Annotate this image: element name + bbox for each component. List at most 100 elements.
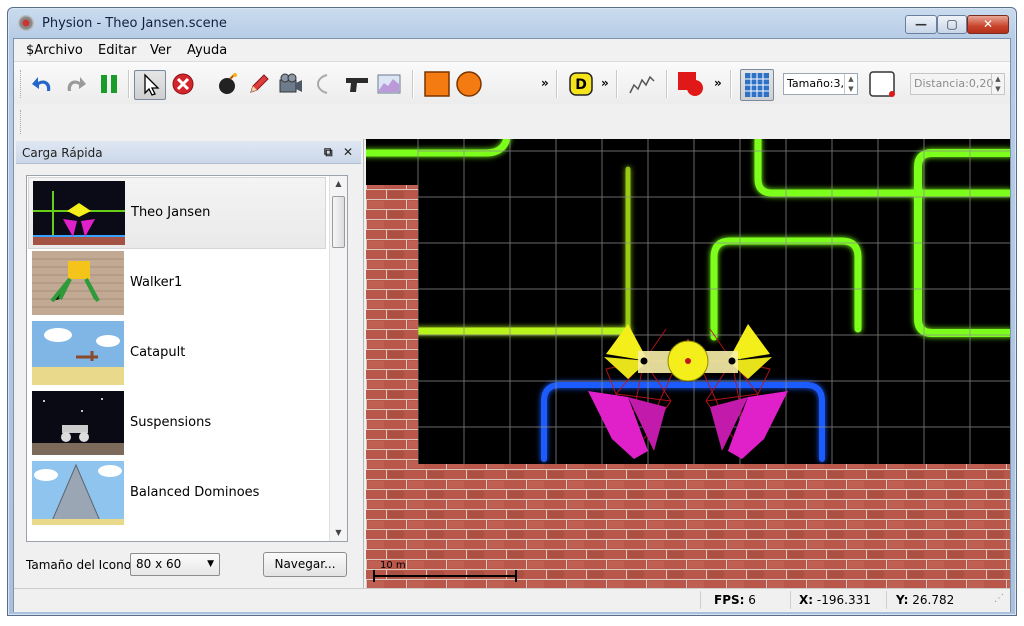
close-icon: ✕ [982,17,994,31]
list-item[interactable]: Catapult [28,318,324,388]
fps-label: FPS: [714,593,745,607]
browse-button[interactable]: Navegar... [263,552,347,577]
app-icon [18,15,34,31]
more-chevron[interactable]: » [541,76,549,90]
circle-tool-button[interactable] [454,70,484,98]
gun-icon [346,78,368,92]
secondary-toolbar [14,104,1010,140]
select-tool-button[interactable] [134,70,166,100]
icon-size-select[interactable]: 80 x 60 ▼ [130,553,220,576]
list-item[interactable]: Theo Jansen [28,177,326,249]
y-value: 26.782 [912,593,955,607]
redo-icon [67,77,86,91]
scene-canvas[interactable]: 10 m [366,139,1010,588]
minimize-icon: — [915,17,927,31]
list-item[interactable]: Walker1 [28,248,324,318]
camera-icon [279,73,302,93]
size-spinner-value: Tamaño:3, [787,77,844,90]
maximize-button[interactable]: ▢ [937,15,967,34]
brick-wall [366,185,418,465]
status-separator [886,591,887,609]
list-item-label: Suspensions [130,415,212,430]
minimize-button[interactable]: — [905,15,937,34]
list-item[interactable]: Balanced Dominoes [28,458,324,528]
box-tool-icon [869,71,895,97]
rectangle-tool-button[interactable] [422,70,452,98]
y-label: Y: [896,593,909,607]
redo-button[interactable] [60,70,90,98]
graph-tool-button[interactable] [374,70,404,98]
toolbar-separator [730,70,731,98]
bomb-tool-button[interactable] [212,70,242,98]
grid-toggle-button[interactable] [740,69,774,101]
close-icon[interactable]: ✕ [343,145,353,159]
status-separator [790,591,791,609]
panel-header: Carga Rápida ⧉ ✕ [16,141,361,164]
list-item-label: Balanced Dominoes [130,485,260,500]
distance-spinner[interactable]: Distancia:0,20 ▲ ▼ [910,73,1005,95]
size-spinner[interactable]: Tamaño:3, ▲ ▼ [783,73,858,95]
scene-drawing[interactable] [366,139,1010,588]
fps-readout: FPS: 6 [714,593,756,607]
d-shape-button[interactable]: D [566,70,596,98]
list-scrollbar[interactable]: ▲ ▼ [329,176,347,541]
more-chevron[interactable]: » [714,76,722,90]
circle-tool-icon [456,71,482,97]
menu-editar[interactable]: Editar [98,43,137,58]
graph-icon [377,74,401,94]
toolbar-separator [128,70,129,98]
resize-grip-icon[interactable]: ⋰ [994,593,1004,604]
camera-tool-button[interactable] [276,70,306,98]
main-window: Physion - Theo Jansen.scene — ▢ ✕ $Archi… [7,7,1017,616]
svg-text:D: D [575,77,587,93]
x-value: -196.331 [816,593,871,607]
more-chevron[interactable]: » [601,76,609,90]
scroll-down-icon[interactable]: ▼ [330,528,347,537]
icon-size-label: Tamaño del Icono [26,558,132,572]
thumbnail-suspensions [32,391,124,455]
box-tool-button[interactable] [866,69,898,99]
list-item[interactable]: Suspensions [28,388,324,458]
close-window-button[interactable]: ✕ [967,15,1009,34]
pause-button[interactable] [94,70,124,98]
list-item-label: Theo Jansen [131,205,211,220]
rope-tool-button[interactable] [308,70,338,98]
y-readout: Y: 26.782 [896,593,954,607]
fps-value: 6 [748,593,756,607]
distance-spinner-value: Distancia:0,20 [914,77,994,90]
spinner-arrows[interactable]: ▲ ▼ [844,74,857,94]
icon-size-value: 80 x 60 [136,557,182,571]
spring-tool-button[interactable] [628,70,658,98]
menu-ver[interactable]: Ver [150,43,171,58]
undo-button[interactable] [28,70,58,98]
scroll-up-icon[interactable]: ▲ [330,179,347,188]
toolbar-separator [616,70,617,98]
gun-tool-button[interactable] [342,70,372,98]
shape-tool-icon [678,72,703,96]
list-item-label: Catapult [130,345,186,360]
grid-icon [745,73,769,97]
toolbar-grip[interactable] [20,110,24,134]
select-arrow-icon [144,73,160,96]
window-title: Physion - Theo Jansen.scene [42,16,227,31]
thumbnail-walker [32,251,124,315]
menu-archivo[interactable]: $Archivo [26,43,83,58]
rope-icon [317,74,328,94]
brick-floor [366,464,1010,588]
spinner-arrows[interactable]: ▲ ▼ [991,74,1004,94]
panel-title: Carga Rápida [22,146,103,160]
delete-tool-button[interactable] [168,70,198,98]
scroll-thumb[interactable] [332,196,345,248]
pencil-tool-button[interactable] [244,70,274,98]
restore-icon[interactable]: ⧉ [324,145,333,160]
status-bar: FPS: 6 X: -196.331 Y: 26.782 ⋰ [14,588,1010,612]
scene-list[interactable]: Theo Jansen Walker1 Catapult Suspensions… [26,175,348,542]
toolbar-grip[interactable] [20,70,24,98]
thumbnail-theo-jansen [33,181,125,245]
title-bar[interactable]: Physion - Theo Jansen.scene — ▢ ✕ [8,8,1016,38]
menu-ayuda[interactable]: Ayuda [187,43,227,58]
x-readout: X: -196.331 [799,593,871,607]
x-label: X: [799,593,814,607]
shape-tool-button[interactable] [676,70,706,98]
toolbar-separator [412,70,413,98]
